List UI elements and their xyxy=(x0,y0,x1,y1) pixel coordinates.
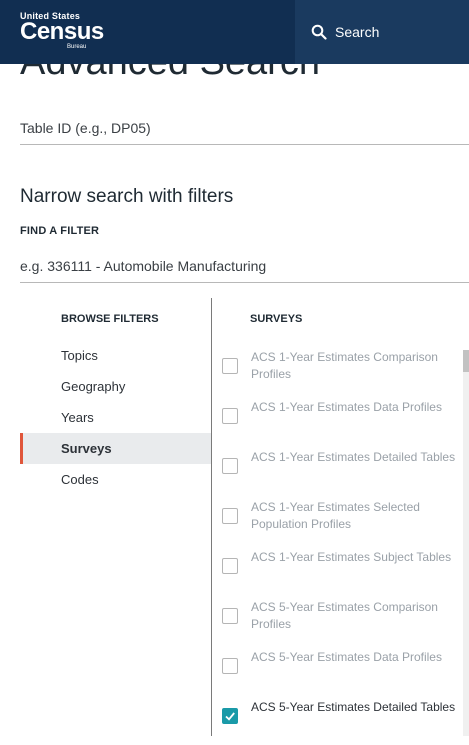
survey-checkbox[interactable] xyxy=(222,658,238,674)
browse-item-surveys[interactable]: Surveys xyxy=(20,433,211,464)
search-label: Search xyxy=(335,24,380,40)
survey-scrollbar-thumb[interactable] xyxy=(463,350,469,372)
survey-checkbox-list: ACS 1-Year Estimates Comparison Profiles… xyxy=(222,345,462,745)
survey-option[interactable]: ACS 5-Year Estimates Detailed Tables xyxy=(222,695,462,745)
survey-label: ACS 5-Year Estimates Comparison Profiles xyxy=(251,600,438,631)
survey-checkbox[interactable] xyxy=(222,558,238,574)
header-search-button[interactable]: Search xyxy=(295,0,469,64)
filter-search-input[interactable]: e.g. 336111 - Automobile Manufacturing xyxy=(20,258,469,283)
survey-checkbox[interactable] xyxy=(222,358,238,374)
survey-label: ACS 1-Year Estimates Subject Tables xyxy=(251,550,452,564)
survey-checkbox[interactable] xyxy=(222,458,238,474)
survey-checkbox[interactable] xyxy=(222,608,238,624)
survey-checkbox[interactable] xyxy=(222,408,238,424)
census-logo[interactable]: United States Census Bureau xyxy=(20,12,104,51)
survey-option[interactable]: ACS 1-Year Estimates Comparison Profiles xyxy=(222,345,462,395)
browse-item-topics[interactable]: Topics xyxy=(20,340,211,371)
logo-main-text: Census xyxy=(20,18,104,45)
survey-scrollbar[interactable] xyxy=(463,350,469,736)
search-icon xyxy=(311,24,327,40)
survey-label: ACS 5-Year Estimates Data Profiles xyxy=(251,650,442,664)
survey-option[interactable]: ACS 1-Year Estimates Detailed Tables xyxy=(222,445,462,495)
browse-item-codes[interactable]: Codes xyxy=(20,464,211,495)
survey-label: ACS 1-Year Estimates Selected Population… xyxy=(251,500,420,531)
survey-option[interactable]: ACS 1-Year Estimates Data Profiles xyxy=(222,395,462,445)
logo-bureau-text: Bureau xyxy=(67,44,87,50)
surveys-heading: SURVEYS xyxy=(250,313,303,325)
survey-label: ACS 1-Year Estimates Comparison Profiles xyxy=(251,350,438,381)
panel-divider xyxy=(211,298,212,736)
survey-option[interactable]: ACS 5-Year Estimates Data Profiles xyxy=(222,645,462,695)
find-filter-label: FIND A FILTER xyxy=(20,225,100,237)
survey-label: ACS 1-Year Estimates Data Profiles xyxy=(251,400,442,414)
survey-label: ACS 1-Year Estimates Detailed Tables xyxy=(251,450,456,464)
survey-checkbox[interactable] xyxy=(222,708,238,724)
table-id-input[interactable]: Table ID (e.g., DP05) xyxy=(20,120,469,145)
browse-item-geography[interactable]: Geography xyxy=(20,371,211,402)
site-header: United States Census Bureau Search xyxy=(0,0,469,64)
browse-item-years[interactable]: Years xyxy=(20,402,211,433)
narrow-search-heading: Narrow search with filters xyxy=(20,186,234,207)
survey-label: ACS 5-Year Estimates Detailed Tables xyxy=(251,700,456,714)
survey-option[interactable]: ACS 1-Year Estimates Subject Tables xyxy=(222,545,462,595)
browse-filters-heading: BROWSE FILTERS xyxy=(61,313,159,325)
browse-filters-list: Topics Geography Years Surveys Codes xyxy=(20,340,211,495)
survey-option[interactable]: ACS 5-Year Estimates Comparison Profiles xyxy=(222,595,462,645)
survey-checkbox[interactable] xyxy=(222,508,238,524)
check-icon xyxy=(225,712,235,721)
survey-option[interactable]: ACS 1-Year Estimates Selected Population… xyxy=(222,495,462,545)
